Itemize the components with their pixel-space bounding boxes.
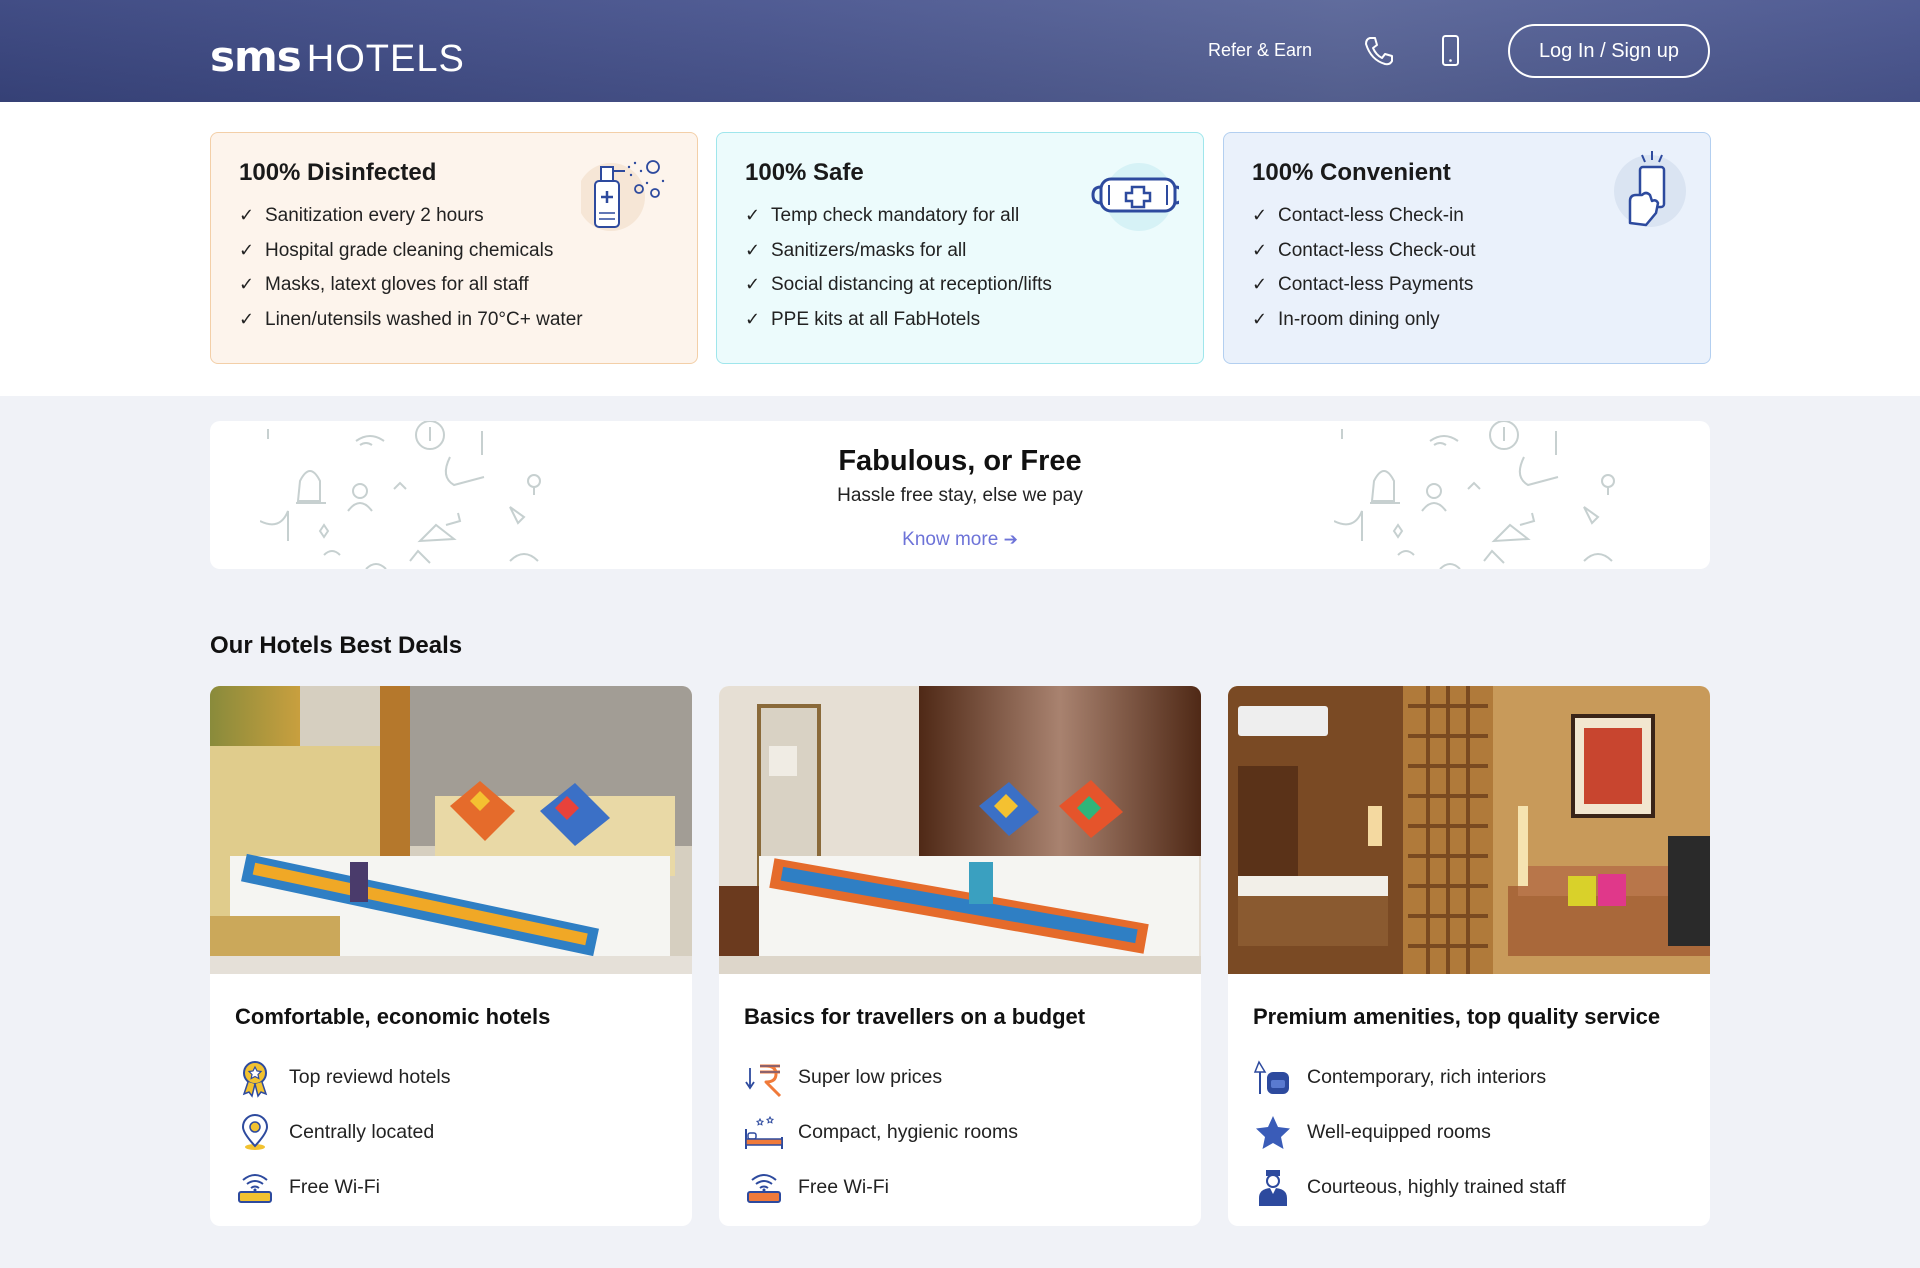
check-icon: ✓ (239, 239, 255, 261)
safety-section: 100% Disinfected ✓ Sanitization every 2 h… (0, 102, 1920, 396)
item-text: Contact-less Payments (1278, 274, 1474, 295)
feature-item: Free Wi-Fi (235, 1160, 667, 1215)
feature-item: Top reviewd hotels (235, 1050, 667, 1105)
deal-card-body: Premium amenities, top quality service C… (1228, 974, 1710, 1226)
feature-item: Free Wi-Fi (744, 1160, 1176, 1215)
brand-logo[interactable]: sms HOTELS (210, 32, 465, 81)
know-more-link[interactable]: Know more ➔ (210, 529, 1710, 551)
award-badge-icon (242, 1060, 268, 1098)
feature-item: Centrally located (235, 1105, 667, 1160)
login-signup-button[interactable]: Log In / Sign up (1508, 24, 1710, 78)
check-icon: ✓ (745, 308, 761, 330)
check-icon: ✓ (239, 205, 255, 226)
rupee-down-icon (745, 1064, 782, 1097)
fabulous-or-free-banner: Fabulous, or Free Hassle free stay, else… (210, 421, 1710, 569)
deals-section-title: Our Hotels Best Deals (210, 632, 463, 659)
arrow-right-icon: ➔ (1003, 530, 1018, 550)
deal-card-body: Comfortable, economic hotels Top reviewd… (210, 974, 692, 1226)
mobile-icon[interactable] (1434, 34, 1466, 68)
feature-item: Courteous, highly trained staff (1253, 1160, 1685, 1215)
feature-item: Super low prices (744, 1050, 1176, 1105)
feature-label: Compact, hygienic rooms (798, 1121, 1019, 1143)
check-icon: ✓ (745, 205, 761, 226)
bed-stars-icon (745, 1115, 783, 1149)
hotel-room-photo (1228, 686, 1710, 974)
feature-label: Well-equipped rooms (1307, 1121, 1491, 1143)
know-more-label: Know more (902, 529, 999, 550)
face-mask-icon (1091, 163, 1179, 231)
deal-card-title: Premium amenities, top quality service (1253, 1004, 1661, 1029)
deal-card-economic[interactable]: Comfortable, economic hotels Top reviewd… (210, 686, 692, 1226)
logo-bold-text: sms (210, 32, 302, 81)
feature-label: Super low prices (798, 1066, 943, 1088)
list-item: ✓ Contact-less Payments (1252, 268, 1682, 303)
armchair-lamp-icon (1253, 1059, 1289, 1094)
feature-label: Top reviewd hotels (289, 1066, 451, 1088)
list-item: ✓ PPE kits at all FabHotels (745, 303, 1175, 338)
feature-label: Free Wi-Fi (798, 1176, 889, 1198)
list-item: ✓ Sanitizers/masks for all (745, 234, 1175, 269)
deal-card-title: Comfortable, economic hotels (235, 1004, 551, 1029)
check-icon: ✓ (1252, 239, 1268, 261)
wifi-router-icon (747, 1173, 781, 1203)
item-text: Sanitizers/masks for all (771, 239, 967, 261)
feature-label: Courteous, highly trained staff (1307, 1176, 1566, 1198)
item-text: Contact-less Check-out (1278, 239, 1476, 261)
phone-icon[interactable] (1362, 34, 1394, 68)
list-item: ✓ Masks, latext gloves for all staff (239, 268, 669, 303)
check-icon: ✓ (1252, 205, 1268, 226)
hotel-room-photo (719, 686, 1201, 974)
check-icon: ✓ (1252, 274, 1268, 295)
hotel-room-photo (210, 686, 692, 974)
staff-person-icon (1259, 1169, 1287, 1206)
wifi-router-icon (238, 1173, 272, 1203)
item-text: Linen/utensils washed in 70°C+ water (265, 308, 583, 330)
item-text: Hospital grade cleaning chemicals (265, 239, 554, 261)
item-text: Masks, latext gloves for all staff (265, 274, 529, 295)
deal-card-title: Basics for travellers on a budget (744, 1004, 1086, 1029)
feature-label: Centrally located (289, 1121, 435, 1143)
banner-subtitle: Hassle free stay, else we pay (837, 485, 1083, 506)
check-icon: ✓ (1252, 308, 1268, 330)
check-icon: ✓ (239, 308, 255, 330)
list-item: ✓ Hospital grade cleaning chemicals (239, 234, 669, 269)
check-icon: ✓ (745, 239, 761, 261)
logo-light-text: HOTELS (306, 38, 465, 80)
feature-item: Compact, hygienic rooms (744, 1105, 1176, 1160)
contactless-hand-icon (1614, 151, 1686, 227)
item-text: Social distancing at reception/lifts (771, 274, 1052, 295)
feature-label: Free Wi-Fi (289, 1176, 380, 1198)
feature-label: Contemporary, rich interiors (1307, 1066, 1547, 1088)
location-pin-icon (241, 1113, 269, 1150)
top-header: sms HOTELS Refer & Earn Log In / Sign up (0, 0, 1920, 102)
item-text: Contact-less Check-in (1278, 205, 1464, 226)
deal-card-budget[interactable]: Basics for travellers on a budget Super … (719, 686, 1201, 1226)
item-text: In-room dining only (1278, 308, 1440, 330)
safety-card-convenient: 100% Convenient ✓ Contact-less Check-in ✓… (1223, 132, 1711, 364)
check-icon: ✓ (745, 274, 761, 295)
list-item: ✓ In-room dining only (1252, 303, 1682, 338)
banner-title: Fabulous, or Free (838, 445, 1082, 477)
feature-item: Contemporary, rich interiors (1253, 1050, 1685, 1105)
refer-earn-link[interactable]: Refer & Earn (1208, 40, 1312, 61)
star-icon (1256, 1115, 1290, 1149)
safety-card-safe: 100% Safe ✓ Temp check mandatory for all … (716, 132, 1204, 364)
feature-item: Well-equipped rooms (1253, 1105, 1685, 1160)
sanitizer-spray-icon (581, 160, 665, 231)
check-icon: ✓ (239, 274, 255, 295)
list-item: ✓ Linen/utensils washed in 70°C+ water (239, 303, 669, 338)
list-item: ✓ Social distancing at reception/lifts (745, 268, 1175, 303)
deal-card-body: Basics for travellers on a budget Super … (719, 974, 1201, 1226)
list-item: ✓ Contact-less Check-out (1252, 234, 1682, 269)
deal-card-premium[interactable]: Premium amenities, top quality service C… (1228, 686, 1710, 1226)
safety-card-disinfected: 100% Disinfected ✓ Sanitization every 2 h… (210, 132, 698, 364)
item-text: PPE kits at all FabHotels (771, 308, 981, 330)
item-text: Temp check mandatory for all (771, 205, 1020, 226)
item-text: Sanitization every 2 hours (265, 205, 484, 226)
